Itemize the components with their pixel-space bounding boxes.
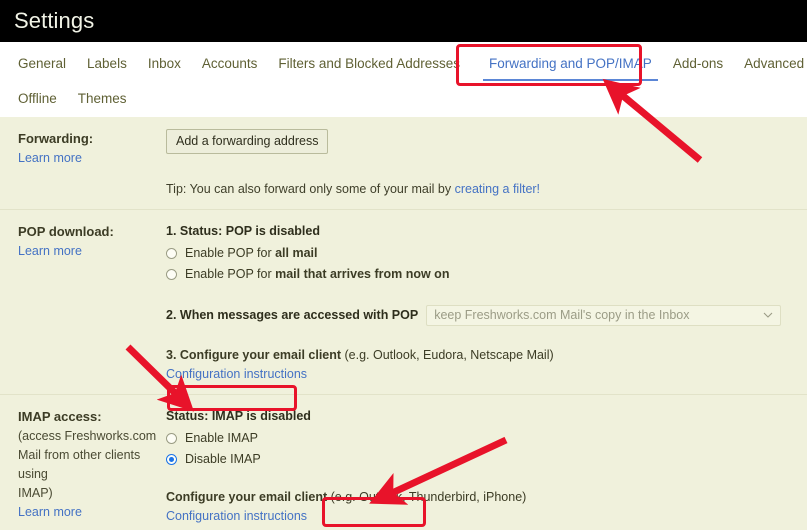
imap-disable-row[interactable]: Disable IMAP bbox=[166, 450, 781, 468]
forwarding-label-col: Forwarding: Learn more bbox=[0, 129, 166, 199]
pop-option-all-mail-row[interactable]: Enable POP for all mail bbox=[166, 244, 781, 262]
tab-filters-and-blocked-addresses[interactable]: Filters and Blocked Addresses bbox=[276, 52, 462, 79]
imap-config-line: Configure your email client (e.g. Outloo… bbox=[166, 488, 781, 507]
tab-add-ons[interactable]: Add-ons bbox=[671, 52, 725, 79]
imap-config-bold: Configure your email client bbox=[166, 490, 328, 504]
forwarding-body-col: Add a forwarding address Tip: You can al… bbox=[166, 129, 807, 199]
tab-inbox[interactable]: Inbox bbox=[146, 52, 183, 79]
pop-step3-bold: 3. Configure your email client bbox=[166, 348, 342, 362]
section-imap-access: IMAP access: (access Freshworks.com Mail… bbox=[0, 394, 807, 530]
pop-status-line: 1. Status: POP is disabled bbox=[166, 222, 781, 241]
tab-row-primary: General Labels Inbox Accounts Filters and Bl… bbox=[16, 52, 807, 81]
tab-labels[interactable]: Labels bbox=[85, 52, 129, 79]
pop-option1-prefix: Enable POP for bbox=[185, 246, 276, 260]
imap-learn-more-link[interactable]: Learn more bbox=[18, 505, 82, 519]
pop-enable-all-mail-label[interactable]: Enable POP for all mail bbox=[185, 244, 318, 262]
imap-access-label: IMAP access: bbox=[18, 409, 102, 424]
pop-option2-bold: mail that arrives from now on bbox=[275, 267, 450, 281]
pop-enable-from-now-label[interactable]: Enable POP for mail that arrives from no… bbox=[185, 265, 449, 283]
tab-general[interactable]: General bbox=[16, 52, 68, 79]
pop-status-number: 1. bbox=[166, 224, 180, 238]
add-forwarding-address-button[interactable]: Add a forwarding address bbox=[166, 129, 329, 154]
pop-step3-line: 3. Configure your email client (e.g. Out… bbox=[166, 346, 781, 365]
tab-offline[interactable]: Offline bbox=[16, 87, 59, 114]
imap-desc-line-3: IMAP) bbox=[18, 486, 53, 500]
pop-option-from-now-row[interactable]: Enable POP for mail that arrives from no… bbox=[166, 265, 781, 283]
pop-option2-prefix: Enable POP for bbox=[185, 267, 276, 281]
page-title: Settings bbox=[14, 8, 95, 33]
imap-enable-row[interactable]: Enable IMAP bbox=[166, 429, 781, 447]
forwarding-learn-more-link[interactable]: Learn more bbox=[18, 151, 82, 165]
tab-advanced[interactable]: Advanced bbox=[742, 52, 806, 79]
imap-disable-radio[interactable] bbox=[166, 453, 177, 465]
pop-status-text: Status: POP is disabled bbox=[179, 224, 320, 238]
tab-accounts[interactable]: Accounts bbox=[200, 52, 260, 79]
imap-status-text: Status: IMAP is disabled bbox=[166, 409, 311, 423]
imap-configuration-instructions-link[interactable]: Configuration instructions bbox=[166, 509, 307, 523]
forwarding-label: Forwarding: bbox=[18, 131, 94, 146]
pop-copy-behavior-select[interactable]: keep Freshworks.com Mail's copy in the I… bbox=[426, 305, 781, 326]
pop-access-behavior-row: 2. When messages are accessed with POP k… bbox=[166, 305, 781, 326]
forwarding-tip-text: Tip: You can also forward only some of y… bbox=[166, 182, 455, 196]
section-forwarding: Forwarding: Learn more Add a forwarding … bbox=[0, 117, 807, 209]
section-pop-download: POP download: Learn more 1. Status: POP … bbox=[0, 209, 807, 394]
app-header: Settings bbox=[0, 0, 807, 42]
pop-enable-from-now-radio[interactable] bbox=[166, 268, 177, 280]
tab-forwarding-and-pop-imap[interactable]: Forwarding and POP/IMAP bbox=[482, 52, 658, 81]
imap-label-col: IMAP access: (access Freshworks.com Mail… bbox=[0, 407, 166, 526]
pop-label-col: POP download: Learn more bbox=[0, 222, 166, 384]
pop-option1-bold: all mail bbox=[275, 246, 318, 260]
imap-disable-label[interactable]: Disable IMAP bbox=[185, 450, 261, 468]
pop-learn-more-link[interactable]: Learn more bbox=[18, 244, 82, 258]
settings-tabs: General Labels Inbox Accounts Filters and Bl… bbox=[0, 42, 807, 117]
pop-configuration-instructions-link[interactable]: Configuration instructions bbox=[166, 367, 307, 381]
pop-step3-rest: (e.g. Outlook, Eudora, Netscape Mail) bbox=[341, 348, 554, 362]
forwarding-tip: Tip: You can also forward only some of y… bbox=[166, 180, 781, 199]
imap-body-col: Status: IMAP is disabled Enable IMAP Dis… bbox=[166, 407, 807, 526]
imap-desc-line-1: (access Freshworks.com bbox=[18, 429, 157, 443]
imap-enable-label[interactable]: Enable IMAP bbox=[185, 429, 258, 447]
chevron-down-icon bbox=[763, 310, 773, 319]
imap-config-rest: (e.g. Outlook, Thunderbird, iPhone) bbox=[327, 490, 527, 504]
pop-copy-behavior-value: keep Freshworks.com Mail's copy in the I… bbox=[434, 308, 690, 322]
pop-step2-label: 2. When messages are accessed with POP bbox=[166, 308, 419, 322]
settings-page: Settings General Labels Inbox Accounts Filte… bbox=[0, 0, 807, 530]
creating-a-filter-link[interactable]: creating a filter! bbox=[455, 182, 540, 196]
imap-desc-line-2: Mail from other clients using bbox=[18, 448, 141, 481]
tab-row-secondary: Offline Themes bbox=[16, 87, 146, 114]
tab-themes[interactable]: Themes bbox=[76, 87, 129, 114]
imap-enable-radio[interactable] bbox=[166, 432, 177, 444]
pop-enable-all-mail-radio[interactable] bbox=[166, 247, 177, 259]
pop-body-col: 1. Status: POP is disabled Enable POP fo… bbox=[166, 222, 807, 384]
settings-content: Forwarding: Learn more Add a forwarding … bbox=[0, 117, 807, 530]
pop-download-label: POP download: bbox=[18, 224, 114, 239]
